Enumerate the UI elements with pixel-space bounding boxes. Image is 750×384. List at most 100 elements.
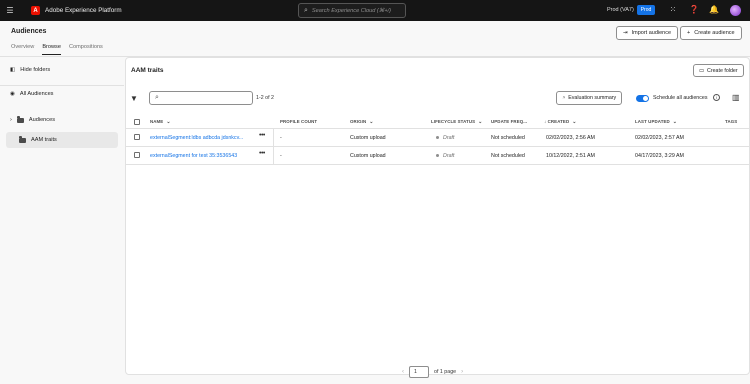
profile-count-cell: -: [280, 135, 282, 141]
aam-traits-folder-label: AAM traits: [31, 137, 57, 143]
import-icon: ⇥: [623, 30, 628, 36]
create-folder-button[interactable]: ▭ Create folder: [693, 64, 744, 77]
create-audience-button[interactable]: + Create audience: [680, 26, 742, 40]
column-header-tags[interactable]: TAGS: [725, 119, 737, 124]
chevron-right-icon[interactable]: ›: [10, 117, 12, 123]
org-switcher[interactable]: Prod (VA7): [607, 7, 634, 13]
result-count: 1-2 of 2: [256, 95, 274, 101]
sidebar-item-audiences[interactable]: › Audiences: [10, 116, 55, 123]
evaluation-summary-button[interactable]: ◔ Evaluation summary: [556, 91, 623, 105]
evaluation-summary-label: Evaluation summary: [568, 95, 617, 101]
page-title: Audiences: [11, 28, 47, 35]
previous-page-icon[interactable]: ‹: [402, 369, 404, 375]
more-actions-icon[interactable]: •••: [259, 150, 265, 157]
all-audiences-label: All Audiences: [19, 91, 54, 97]
last-updated-cell: 02/02/2023, 2:57 AM: [635, 135, 684, 141]
page: Audiences Overview Browse Compositions ⇥…: [0, 21, 750, 384]
app-title[interactable]: Adobe Experience Platform: [45, 7, 122, 14]
next-page-icon[interactable]: ›: [461, 369, 463, 375]
schedule-all-toggle[interactable]: [636, 95, 649, 102]
column-divider: [273, 129, 274, 147]
column-label: NAME: [150, 119, 164, 124]
select-all-checkbox[interactable]: [134, 119, 140, 125]
pagination: ‹ 1 of 1 page ›: [402, 366, 463, 378]
status-text: Draft: [443, 135, 455, 141]
table-search-input[interactable]: ⌕: [149, 91, 253, 105]
global-search-input[interactable]: ⌕ Search Experience Cloud (⌘+/): [298, 3, 406, 18]
hide-folders-label: Hide folders: [20, 67, 51, 73]
chevron-down-icon: ⌄: [572, 119, 577, 125]
new-folder-icon: ▭: [699, 67, 705, 74]
search-icon: ⌕: [304, 6, 308, 14]
folder-title: AAM traits: [131, 67, 164, 74]
column-header-update-frequency[interactable]: UPDATE FREQ...: [491, 119, 527, 124]
column-header-last-updated[interactable]: LAST UPDATED ⌄: [635, 119, 677, 125]
origin-cell: Custom upload: [350, 135, 386, 141]
status-text: Draft: [443, 153, 455, 159]
info-icon[interactable]: i: [713, 94, 720, 101]
chevron-down-icon: ⌄: [672, 119, 678, 125]
chevron-down-icon: ⌄: [478, 119, 483, 125]
column-divider: [273, 147, 274, 165]
column-settings-icon[interactable]: ▥: [732, 93, 740, 102]
column-header-lifecycle-status[interactable]: LIFECYCLE STATUS ⌄: [431, 119, 482, 125]
folder-icon: [16, 116, 24, 123]
origin-cell: Custom upload: [350, 153, 386, 159]
column-header-profile-count[interactable]: PROFILE COUNT: [280, 119, 317, 124]
audience-name-link[interactable]: externalSegment for test 35:3536543: [150, 153, 237, 159]
tab-bar: Overview Browse Compositions: [11, 44, 103, 55]
tab-compositions[interactable]: Compositions: [69, 44, 103, 55]
audience-name-link[interactable]: externalSegment:ldbs adbcda jdsnkcv...: [150, 135, 243, 141]
menu-icon[interactable]: ☰: [0, 6, 20, 15]
created-cell: 02/02/2023, 2:56 AM: [546, 135, 595, 141]
chevron-down-icon: ⌄: [369, 119, 374, 125]
column-header-origin[interactable]: ORIGIN ⌄: [350, 119, 374, 125]
import-audience-button[interactable]: ⇥ Import audience: [616, 26, 679, 40]
column-header-created[interactable]: ↓ CREATED ⌄: [544, 119, 577, 125]
sandbox-badge[interactable]: Prod: [637, 5, 655, 15]
column-label: ORIGIN: [350, 119, 367, 124]
hide-folders-button[interactable]: ◧ Hide folders: [10, 67, 50, 73]
chevron-down-icon: ⌄: [166, 119, 171, 125]
notifications-bell-icon[interactable]: 🔔: [709, 5, 719, 14]
avatar[interactable]: [730, 5, 741, 16]
profile-count-cell: -: [280, 153, 282, 159]
last-updated-cell: 04/17/2023, 3:29 AM: [635, 153, 684, 159]
page-total: of 1 page: [434, 369, 457, 375]
adobe-logo-icon: A: [31, 6, 40, 15]
table-row[interactable]: externalSegment for test 35:3536543 ••• …: [126, 147, 749, 165]
sidebar-item-all-audiences[interactable]: ◉ All Audiences: [10, 91, 53, 97]
lifecycle-status-cell: Draft: [436, 135, 454, 141]
column-label: LIFECYCLE STATUS: [431, 119, 476, 124]
apps-grid-icon[interactable]: ⁙: [668, 5, 678, 14]
row-checkbox[interactable]: [134, 134, 140, 140]
page-number-input[interactable]: 1: [409, 366, 429, 378]
schedule-all-label: Schedule all audiences: [653, 95, 708, 101]
column-label: PROFILE COUNT: [280, 119, 318, 124]
help-icon[interactable]: ❓: [689, 5, 699, 14]
table-row[interactable]: externalSegment:ldbs adbcda jdsnkcv... •…: [126, 129, 749, 147]
column-label: UPDATE FREQ...: [491, 119, 528, 124]
column-label: CREATED: [547, 119, 570, 124]
tab-overview[interactable]: Overview: [11, 44, 34, 55]
column-header-name[interactable]: NAME ⌄: [150, 119, 171, 125]
update-frequency-cell: Not scheduled: [491, 153, 525, 159]
status-dot-icon: [436, 154, 439, 158]
filter-icon[interactable]: ▼: [130, 94, 138, 103]
audiences-icon: ◉: [10, 91, 15, 97]
status-dot-icon: [436, 136, 439, 140]
row-checkbox[interactable]: [134, 152, 140, 158]
column-label: TAGS: [725, 119, 738, 124]
more-actions-icon[interactable]: •••: [259, 132, 265, 139]
tab-browse[interactable]: Browse: [42, 44, 61, 55]
create-folder-label: Create folder: [707, 67, 738, 74]
sidebar-item-aam-traits[interactable]: AAM traits: [6, 132, 118, 148]
sidebar-divider: [0, 85, 124, 86]
lifecycle-status-cell: Draft: [436, 153, 454, 159]
created-cell: 10/12/2022, 2:51 AM: [546, 153, 595, 159]
sidebar-toggle-icon: ◧: [10, 67, 16, 73]
import-audience-label: Import audience: [631, 30, 672, 36]
column-label: LAST UPDATED: [635, 119, 670, 124]
folder-sidebar: ◧ Hide folders ◉ All Audiences › Audienc…: [0, 57, 124, 384]
table-header: NAME ⌄ PROFILE COUNT ORIGIN ⌄ LIFECYCLE ST…: [126, 114, 749, 129]
